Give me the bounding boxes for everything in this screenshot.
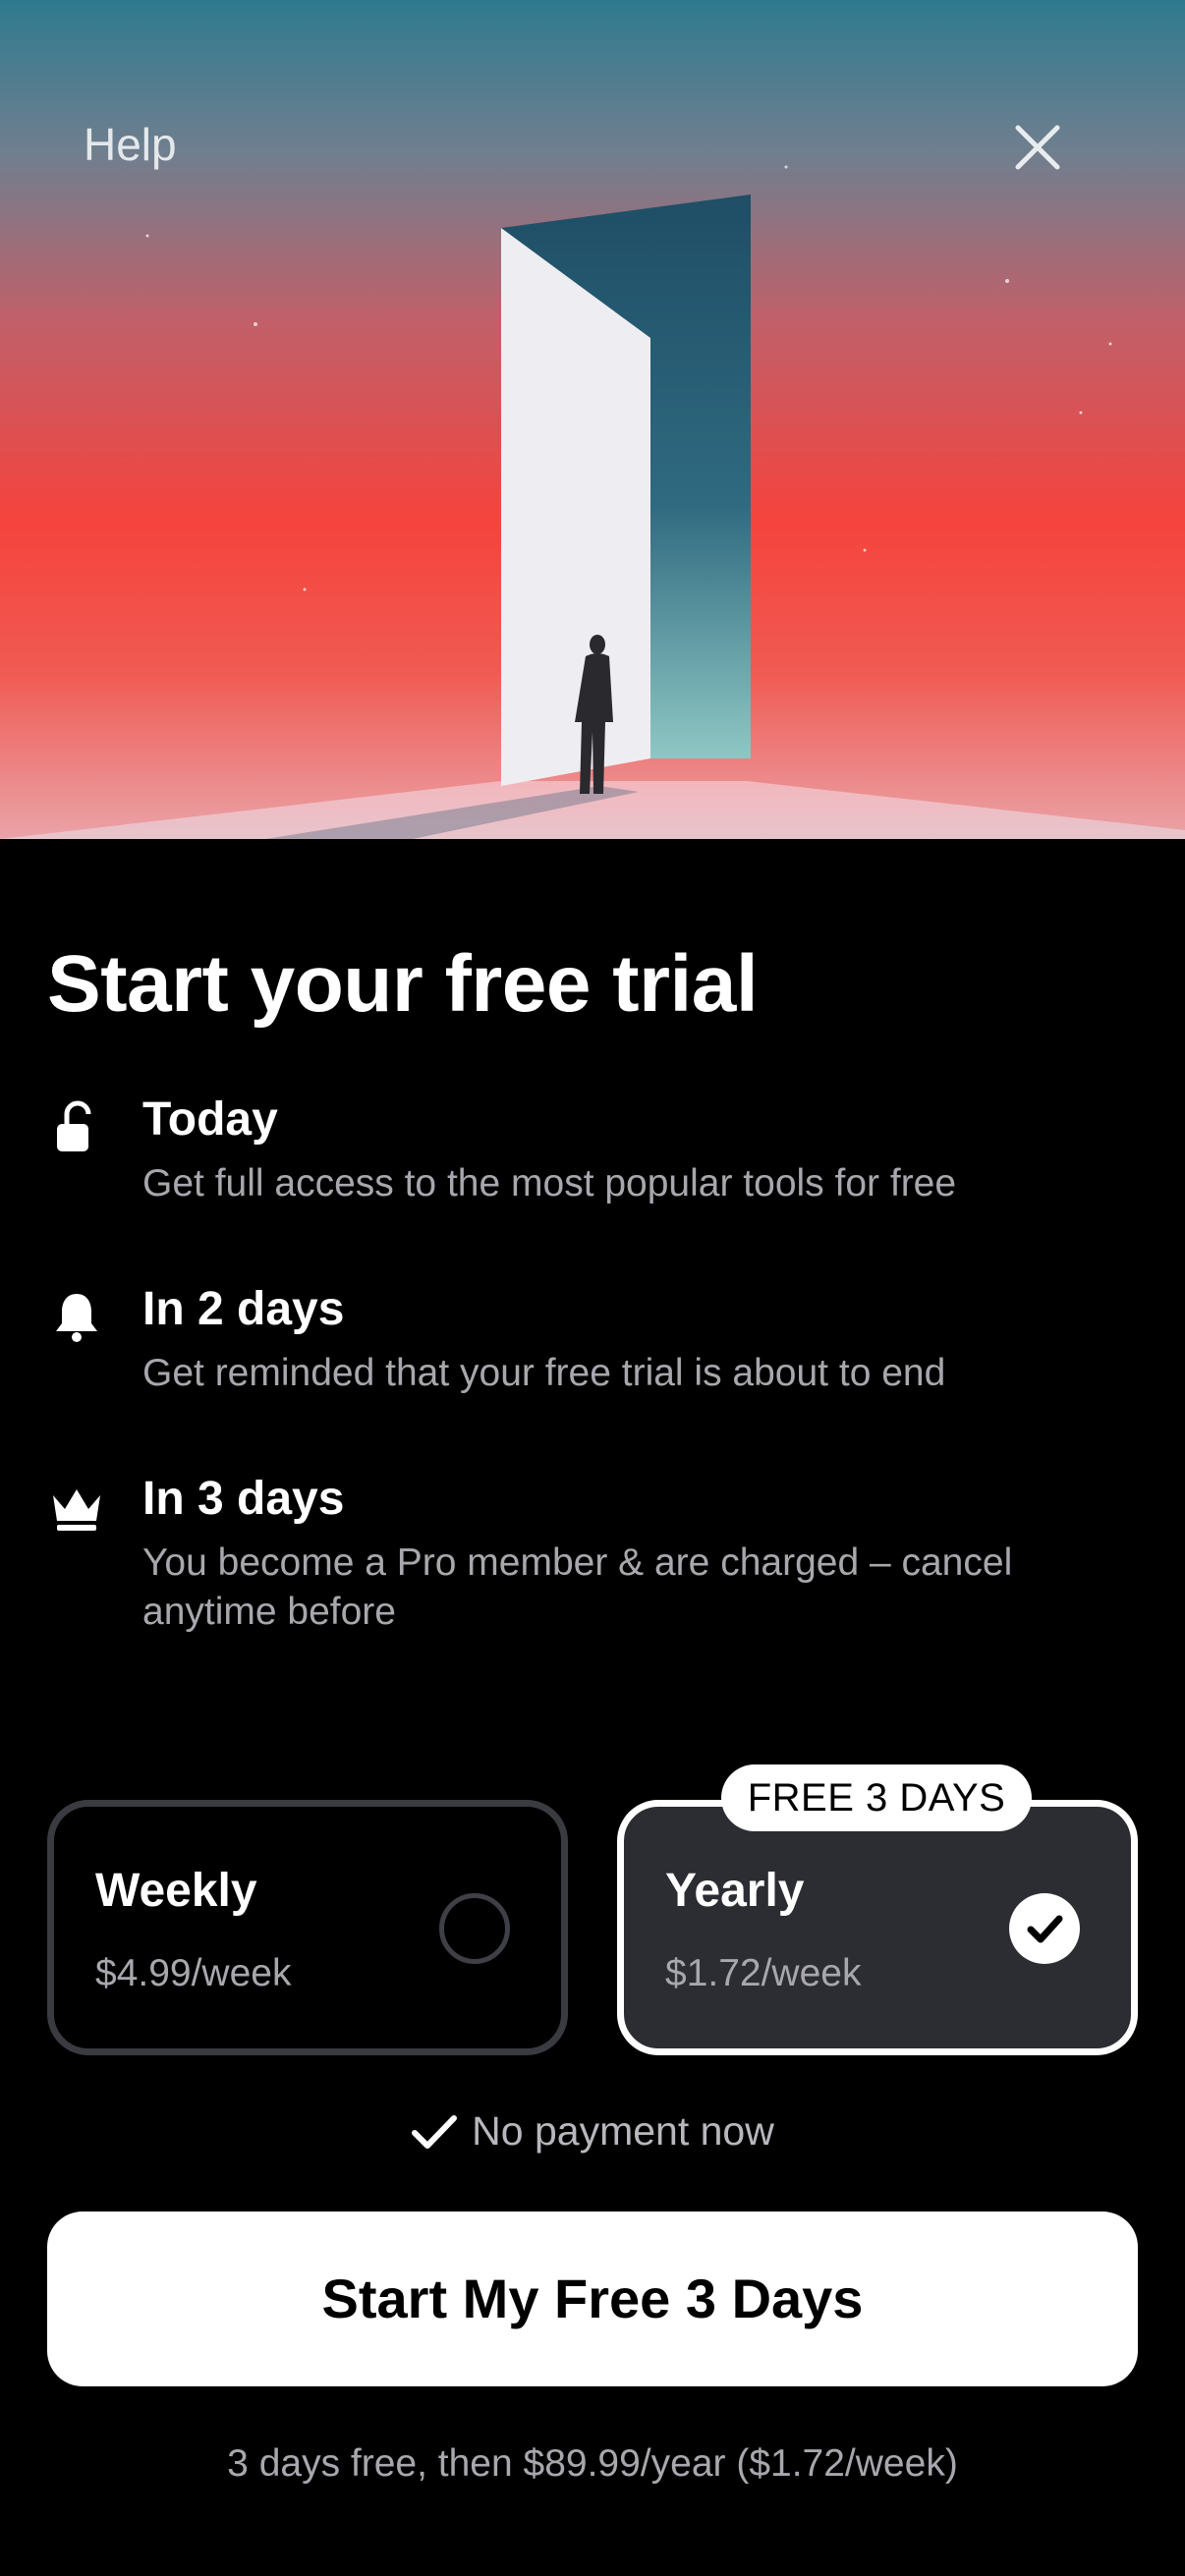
no-payment-label: No payment now	[472, 2108, 774, 2154]
plan-price: $1.72/week	[665, 1952, 862, 1994]
close-icon	[1015, 125, 1060, 170]
bell-icon	[56, 1294, 97, 1342]
doorway-illustration	[0, 165, 1185, 839]
close-button[interactable]	[1010, 120, 1065, 175]
step-description: You become a Pro member & are charged – …	[142, 1541, 1013, 1633]
plan-price: $4.99/week	[95, 1952, 292, 1994]
plan-option-yearly[interactable]: Yearly $1.72/week	[617, 1800, 1138, 2055]
unlock-icon	[57, 1100, 91, 1151]
step-title: In 3 days	[142, 1473, 345, 1525]
paywall-screen: Help Start your free trial Today Get ful…	[0, 0, 1185, 2576]
no-payment-note: No payment now	[0, 2108, 1185, 2155]
pricing-terms: 3 days free, then $89.99/year ($1.72/wee…	[227, 2442, 958, 2485]
plan-name: Yearly	[665, 1865, 805, 1917]
step-description: Get reminded that your free trial is abo…	[142, 1352, 946, 1394]
checkmark-icon	[412, 2115, 458, 2149]
page-title: Start your free trial	[47, 939, 759, 1029]
crown-icon	[53, 1489, 100, 1531]
checkmark-selected-icon	[1009, 1893, 1080, 1964]
plan-name: Weekly	[95, 1865, 257, 1917]
help-link[interactable]: Help	[84, 118, 177, 171]
step-title: In 2 days	[142, 1283, 345, 1335]
start-trial-button[interactable]: Start My Free 3 Days	[47, 2212, 1138, 2386]
step-description: Get full access to the most popular tool…	[142, 1162, 957, 1204]
radio-unselected-icon	[439, 1893, 510, 1964]
free-trial-badge: FREE 3 DAYS	[721, 1764, 1032, 1831]
hero-illustration: Help	[0, 0, 1185, 839]
plan-option-weekly[interactable]: Weekly $4.99/week	[47, 1800, 568, 2055]
step-title: Today	[142, 1093, 278, 1146]
